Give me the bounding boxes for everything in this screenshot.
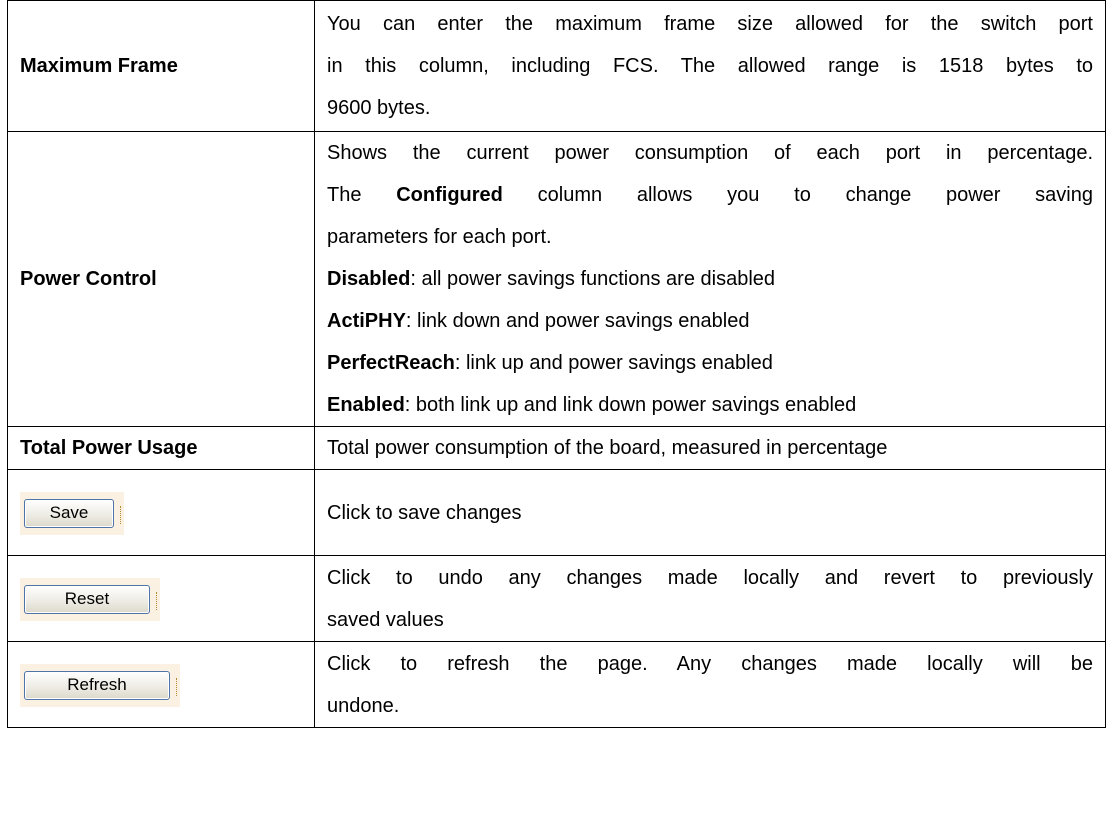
table-row-reset: Reset Click to undo any changes made loc… bbox=[7, 555, 1106, 642]
refresh-button-cell: Refresh bbox=[7, 641, 315, 728]
option-actiphy-name: ActiPHY bbox=[327, 310, 406, 332]
option-enabled-name: Enabled bbox=[327, 394, 405, 416]
option-perfectreach-name: PerfectReach bbox=[327, 352, 455, 374]
table-row-save: Save Click to save changes bbox=[7, 469, 1106, 556]
option-disabled-name: Disabled bbox=[327, 268, 411, 290]
reset-button[interactable]: Reset bbox=[24, 584, 150, 614]
refresh-description: Click to refresh the page. Any changes m… bbox=[314, 641, 1106, 728]
option-disabled: Disabled: all power savings functions ar… bbox=[327, 258, 1093, 300]
power-control-desc-line-3: parameters for each port. bbox=[327, 226, 552, 248]
total-power-usage-description: Total power consumption of the board, me… bbox=[314, 426, 1106, 470]
save-button[interactable]: Save bbox=[24, 498, 114, 528]
reset-desc-line-1: Click to undo any changes made locally a… bbox=[327, 566, 1093, 589]
refresh-desc-line-2: undone. bbox=[327, 694, 400, 717]
maximum-frame-label: Maximum Frame bbox=[7, 0, 315, 132]
option-actiphy-desc: : link down and power savings enabled bbox=[405, 310, 750, 332]
option-perfectreach: PerfectReach: link up and power savings … bbox=[327, 342, 1093, 384]
save-button-image: Save bbox=[20, 491, 124, 535]
save-button-cell: Save bbox=[7, 469, 315, 556]
maximum-frame-desc-line-2: in this column, including FCS. The allow… bbox=[327, 55, 1093, 77]
reset-description: Click to undo any changes made locally a… bbox=[314, 555, 1106, 642]
table-row-refresh: Refresh Click to refresh the page. Any c… bbox=[7, 641, 1106, 728]
maximum-frame-desc-line-1: You can enter the maximum frame size all… bbox=[327, 13, 1093, 35]
power-control-line2-suffix: column allows you to change power saving bbox=[537, 184, 1093, 206]
reset-button-image: Reset bbox=[20, 577, 160, 621]
option-perfectreach-desc: : link up and power savings enabled bbox=[454, 352, 773, 374]
refresh-desc-line-1: Click to refresh the page. Any changes m… bbox=[327, 652, 1093, 675]
power-control-label: Power Control bbox=[7, 131, 315, 427]
table-row-power-control: Power Control Shows the current power co… bbox=[7, 131, 1106, 427]
table-row-maximum-frame: Maximum Frame You can enter the maximum … bbox=[7, 0, 1106, 132]
description-table: Maximum Frame You can enter the maximum … bbox=[7, 0, 1106, 728]
reset-desc-line-2: saved values bbox=[327, 608, 444, 631]
option-enabled: Enabled: both link up and link down powe… bbox=[327, 384, 1093, 426]
refresh-button-image: Refresh bbox=[20, 663, 180, 707]
power-control-description: Shows the current power consumption of e… bbox=[314, 131, 1106, 427]
option-disabled-desc: : all power savings functions are disabl… bbox=[410, 268, 776, 290]
table-row-total-power-usage: Total Power Usage Total power consumptio… bbox=[7, 426, 1106, 470]
reset-button-cell: Reset bbox=[7, 555, 315, 642]
total-power-usage-label: Total Power Usage bbox=[7, 426, 315, 470]
save-description: Click to save changes bbox=[314, 469, 1106, 556]
power-control-desc-line-1: Shows the current power consumption of e… bbox=[327, 142, 1093, 164]
power-control-desc-line-2: The Configured column allows you to chan… bbox=[327, 174, 1093, 216]
maximum-frame-description: You can enter the maximum frame size all… bbox=[314, 0, 1106, 132]
refresh-button[interactable]: Refresh bbox=[24, 670, 170, 700]
option-actiphy: ActiPHY: link down and power savings ena… bbox=[327, 300, 1093, 342]
power-control-line2-prefix: The bbox=[327, 184, 362, 206]
configured-term: Configured bbox=[396, 184, 503, 206]
option-enabled-desc: : both link up and link down power savin… bbox=[404, 394, 857, 416]
maximum-frame-desc-line-3: 9600 bytes. bbox=[327, 97, 431, 119]
